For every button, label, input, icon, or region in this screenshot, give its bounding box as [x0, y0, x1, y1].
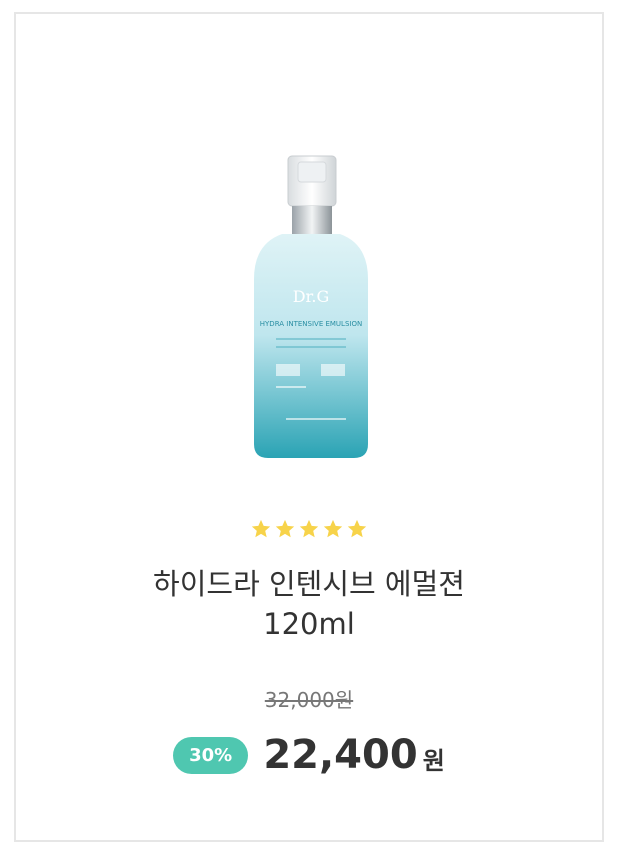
- star-icon: [275, 519, 295, 538]
- product-bottle-image: Dr.G HYDRA INTENSIVE EMULSION: [254, 155, 368, 458]
- price-row: 30% 22,400 원: [16, 732, 602, 788]
- product-title-line1: 하이드라 인텐시브 에멀젼: [153, 567, 465, 601]
- currency-label: 원: [422, 746, 445, 775]
- star-icon: [299, 519, 319, 538]
- star-icon: [323, 519, 343, 538]
- star-rating: [16, 518, 602, 546]
- original-price: 32,000원: [264, 688, 354, 712]
- bottle-brand-text: Dr.G: [293, 287, 330, 306]
- bottle-label-text: HYDRA INTENSIVE EMULSION: [260, 320, 362, 328]
- product-title-line2: 120ml: [263, 607, 355, 641]
- discount-badge: 30%: [173, 736, 249, 774]
- product-image[interactable]: Dr.G HYDRA INTENSIVE EMULSION: [116, 94, 506, 464]
- sale-price: 22,400: [263, 732, 418, 778]
- product-card[interactable]: Dr.G HYDRA INTENSIVE EMULSION 하이드라 인텐시브 …: [14, 12, 604, 842]
- star-icon: [251, 519, 271, 538]
- star-icon: [347, 519, 367, 538]
- product-title[interactable]: 하이드라 인텐시브 에멀젼 120ml: [56, 564, 562, 644]
